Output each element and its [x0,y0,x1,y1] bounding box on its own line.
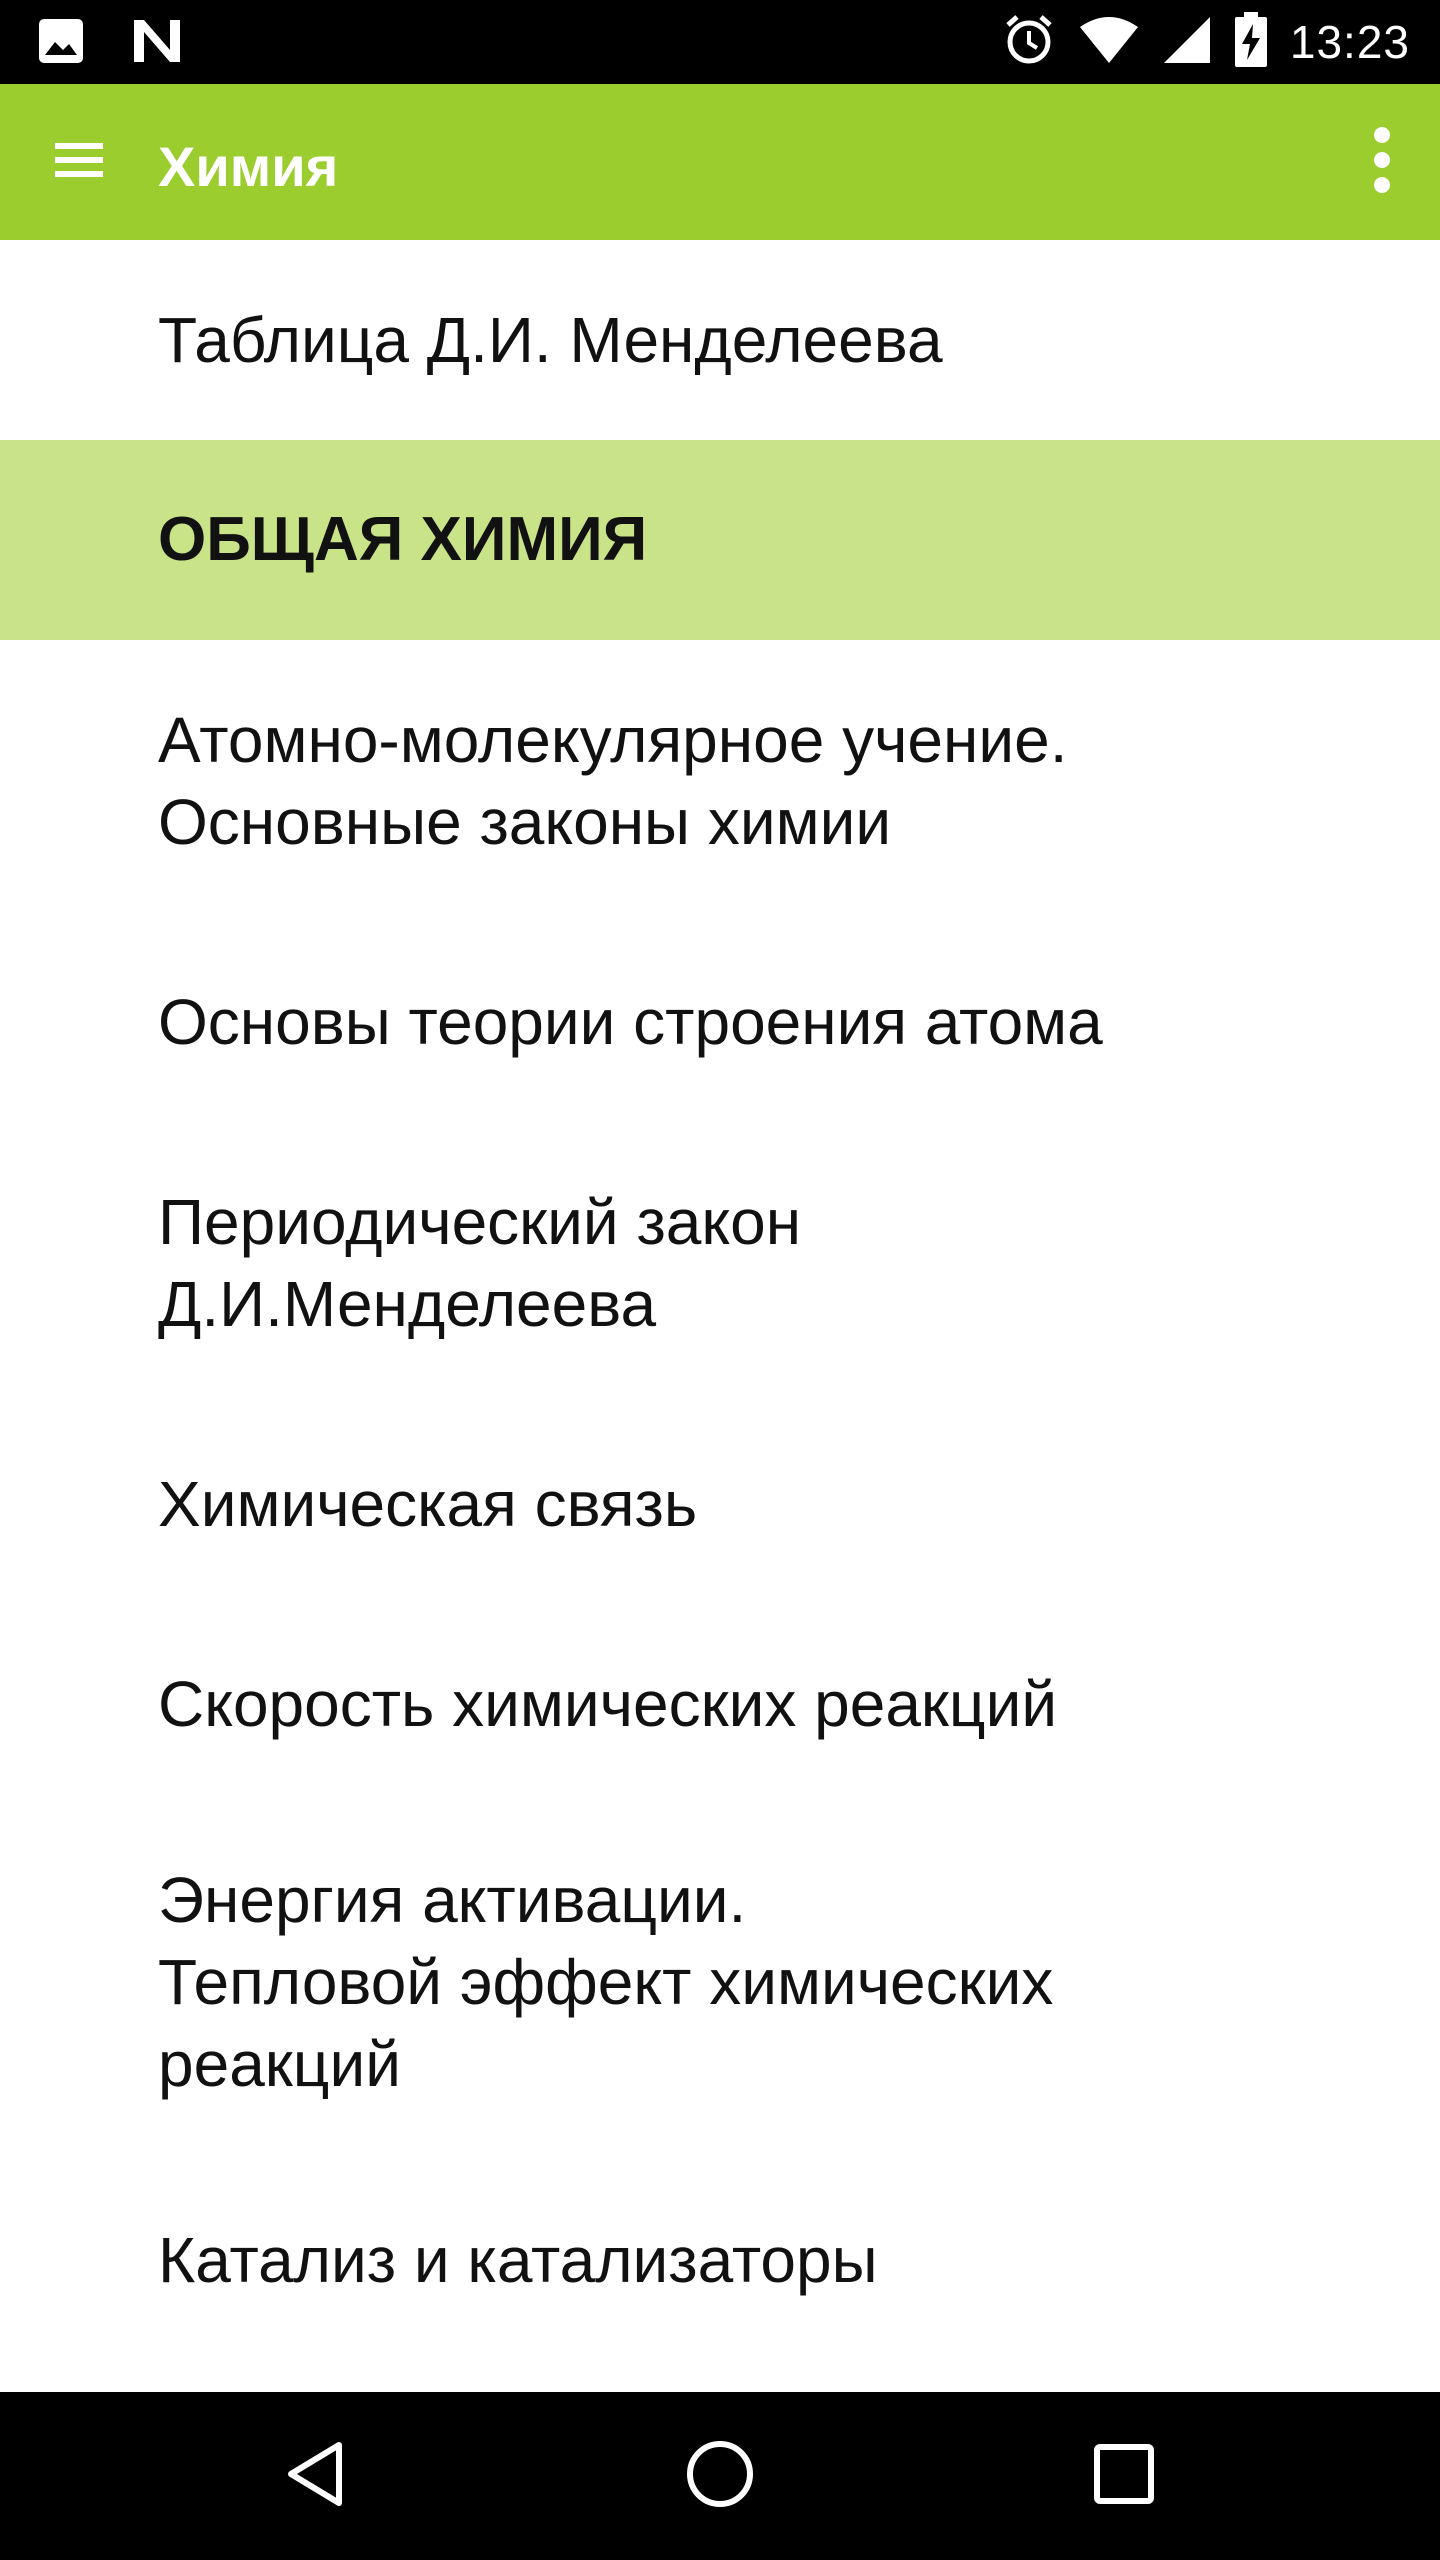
status-bar: 13:23 [0,0,1440,84]
status-left-icons [36,16,184,71]
app-title: Химия [158,135,339,198]
list-item-atomic-structure[interactable]: Основы теории строения атома [0,922,1440,1122]
back-icon [281,2439,351,2514]
n-logo-icon [130,16,184,71]
home-icon [684,2438,756,2515]
list-item-label: Периодический закон Д.И.Менделеева [158,1186,802,1340]
section-header-general-chemistry: ОБЩАЯ ХИМИЯ [0,440,1440,640]
wifi-icon [1078,15,1140,70]
list-item-catalysis[interactable]: Катализ и катализаторы [0,2160,1440,2360]
recents-icon [1092,2442,1156,2511]
list-item-periodic-law[interactable]: Периодический закон Д.И.Менделеева [0,1122,1440,1404]
signal-icon [1162,15,1212,70]
list-item-atomic-molecular-theory[interactable]: Атомно-молекулярное учение. Основные зак… [0,640,1440,922]
list-item-label: Основы теории строения атома [158,986,1103,1058]
topic-list: Таблица Д.И. Менделеева ОБЩАЯ ХИМИЯ Атом… [0,240,1440,2360]
battery-charging-icon [1234,11,1268,73]
alarm-icon [1002,13,1056,72]
list-item-label: Атомно-молекулярное учение. Основные зак… [158,704,1068,858]
recents-button[interactable] [1074,2426,1174,2526]
section-header-label: ОБЩАЯ ХИМИЯ [158,505,648,574]
overflow-menu-icon [1372,126,1392,199]
list-item-label: Катализ и катализаторы [158,2224,878,2296]
overflow-menu-button[interactable] [1352,122,1412,202]
image-icon [36,16,86,71]
hamburger-menu-icon [55,141,103,184]
list-item-activation-energy[interactable]: Энергия активации. Тепловой эффект химич… [0,1804,1440,2160]
list-item-label: Химическая связь [158,1468,698,1540]
list-item-label: Энергия активации. Тепловой эффект химич… [158,1864,1054,2100]
status-time: 13:23 [1289,16,1410,68]
list-item-periodic-table[interactable]: Таблица Д.И. Менделеева [0,240,1440,440]
list-item-chemical-bond[interactable]: Химическая связь [0,1404,1440,1604]
screen: 13:23 Химия Таблица Д.И. Менделеева ОБЩА… [0,0,1440,2560]
navigation-bar [0,2392,1440,2560]
app-bar: Химия [0,84,1440,240]
list-item-label: Таблица Д.И. Менделеева [158,304,943,376]
status-right-icons: 13:23 [1002,8,1410,76]
list-item-label: Скорость химических реакций [158,1668,1058,1740]
back-button[interactable] [266,2426,366,2526]
menu-button[interactable] [34,124,124,200]
home-button[interactable] [670,2426,770,2526]
list-item-reaction-rate[interactable]: Скорость химических реакций [0,1604,1440,1804]
